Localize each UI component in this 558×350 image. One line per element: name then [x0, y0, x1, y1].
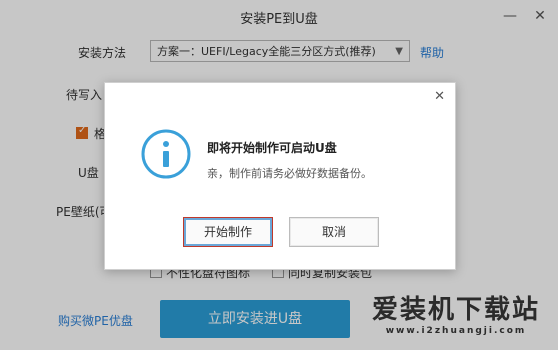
watermark-en: www.i2zhuangji.com — [385, 326, 527, 336]
dialog-close-icon[interactable]: ✕ — [434, 89, 445, 104]
watermark: 爱装机下载站 www.i2zhuangji.com — [354, 294, 558, 350]
dialog-title: 即将开始制作可启动U盘 — [207, 141, 337, 155]
watermark-cn: 爱装机下载站 — [371, 295, 540, 325]
dialog-message: 亲，制作前请务必做好数据备份。 — [207, 167, 372, 180]
info-icon — [141, 129, 191, 179]
cancel-button[interactable]: 取消 — [289, 217, 379, 247]
confirm-dialog: ✕ 即将开始制作可启动U盘 亲，制作前请务必做好数据备份。 开始制作 取消 — [104, 82, 456, 270]
start-button[interactable]: 开始制作 — [183, 217, 273, 247]
